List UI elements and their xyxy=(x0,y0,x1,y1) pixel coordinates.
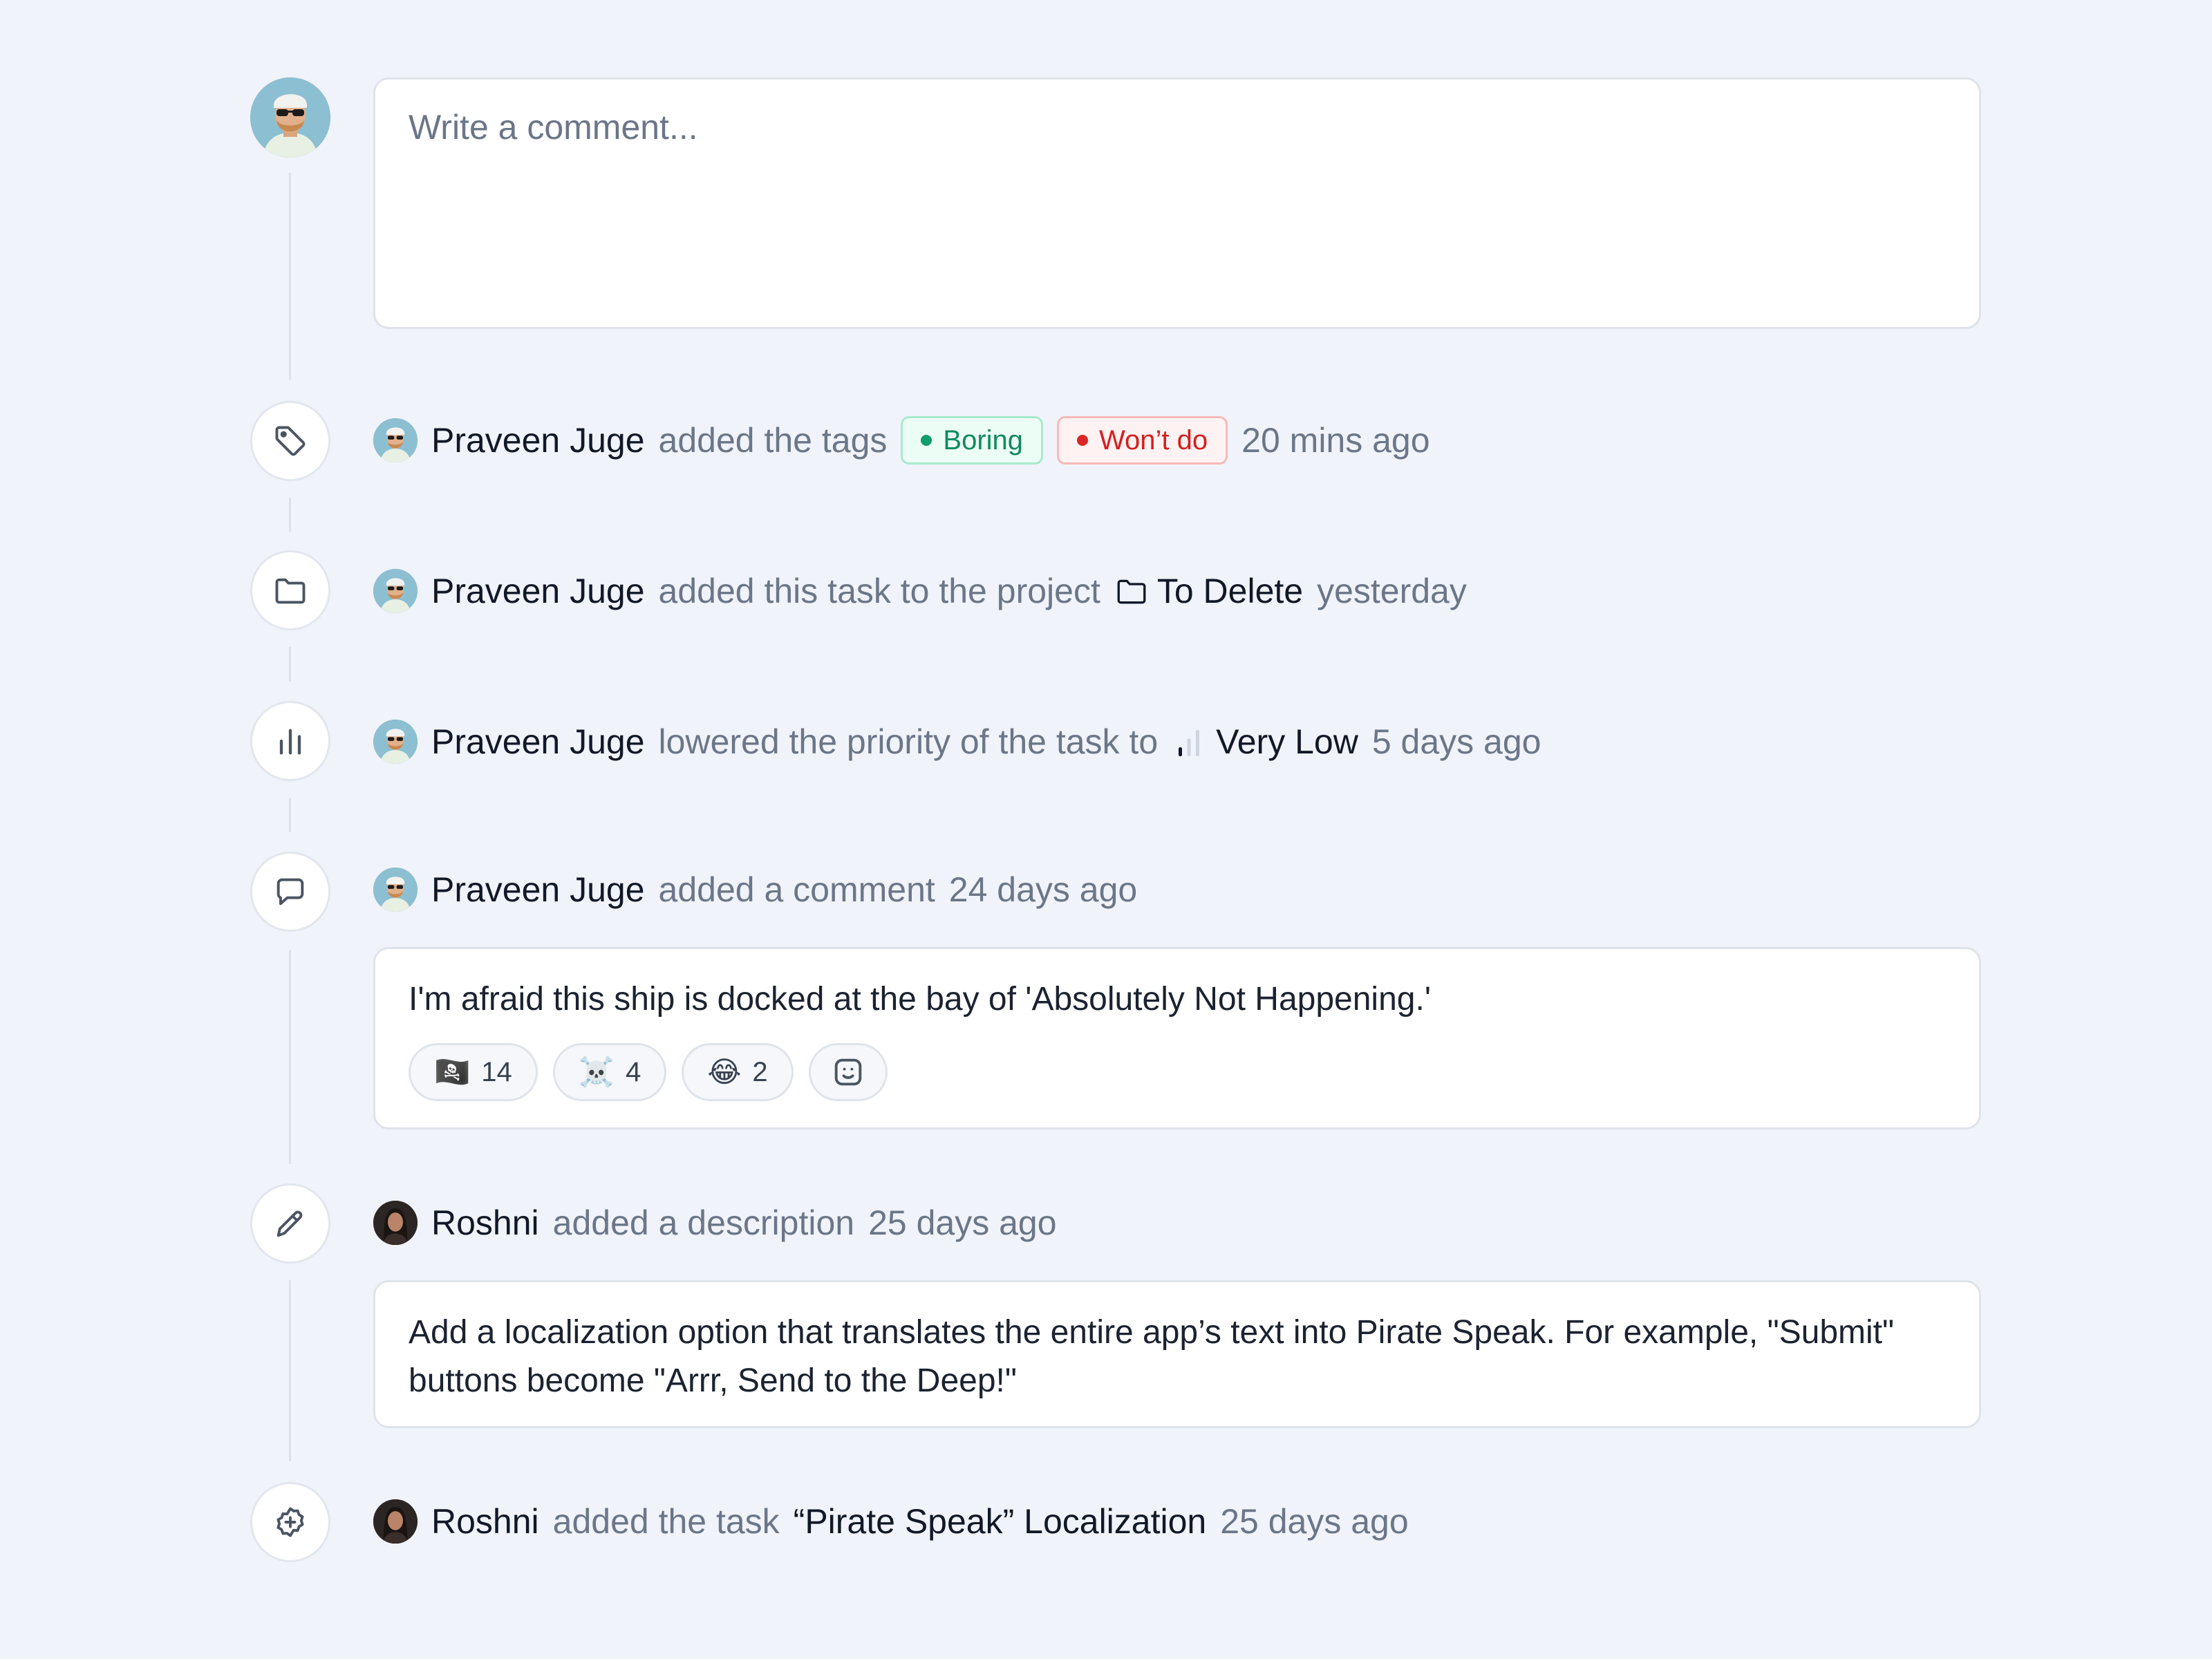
comment-icon xyxy=(250,852,330,932)
tag-badge[interactable]: Won’t do xyxy=(1057,416,1228,465)
actor-name[interactable]: Praveen Juge xyxy=(431,870,645,910)
timeline-connector xyxy=(289,950,291,1164)
reaction-count: 14 xyxy=(481,1057,512,1087)
avatar[interactable] xyxy=(373,1499,418,1544)
timestamp: 5 days ago xyxy=(1371,722,1541,761)
reaction-pill[interactable]: ☠️ 4 xyxy=(552,1043,667,1101)
activity-row-description: Roshni added a description 25 days ago xyxy=(373,1199,1071,1247)
activity-row-created: Roshni added the task “Pirate Speak” Loc… xyxy=(373,1497,1423,1546)
task-name[interactable]: “Pirate Speak” Localization xyxy=(794,1501,1207,1541)
avatar[interactable] xyxy=(373,720,418,764)
actor-name[interactable]: Roshni xyxy=(431,1203,539,1243)
reactions-bar: 🏴‍☠️ 14 ☠️ 4 😂 2 xyxy=(409,1043,1946,1101)
description-card: Add a localization option that translate… xyxy=(373,1280,1981,1428)
timestamp: 20 mins ago xyxy=(1241,421,1430,460)
add-reaction-button[interactable] xyxy=(808,1043,888,1101)
activity-row-priority: Praveen Juge lowered the priority of the… xyxy=(373,718,1555,766)
avatar[interactable] xyxy=(373,418,418,462)
reaction-pill[interactable]: 🏴‍☠️ 14 xyxy=(409,1043,538,1101)
actor-name[interactable]: Praveen Juge xyxy=(431,722,645,762)
comment-card: I'm afraid this ship is docked at the ba… xyxy=(373,947,1981,1130)
timestamp: 25 days ago xyxy=(868,1203,1057,1242)
tag-label: Boring xyxy=(943,424,1024,456)
tag-icon xyxy=(250,401,330,481)
action-text: added the tags xyxy=(658,421,888,460)
tag-dot xyxy=(1077,435,1089,446)
actor-name[interactable]: Praveen Juge xyxy=(431,420,645,460)
activity-timeline: Praveen Juge added the tags Boring Won’t… xyxy=(0,0,2212,1659)
avatar[interactable] xyxy=(373,569,418,613)
current-user-avatar[interactable] xyxy=(250,77,330,158)
pirate-flag-emoji: 🏴‍☠️ xyxy=(434,1055,471,1089)
action-text: added a description xyxy=(552,1203,855,1242)
reaction-count: 4 xyxy=(626,1057,641,1087)
avatar[interactable] xyxy=(373,868,418,912)
smiley-icon xyxy=(834,1058,861,1086)
bar-chart-icon xyxy=(250,701,330,781)
timestamp: yesterday xyxy=(1317,572,1467,610)
folder-icon xyxy=(1114,574,1149,608)
description-text: Add a localization option that translate… xyxy=(409,1314,1895,1399)
avatar[interactable] xyxy=(373,1201,418,1245)
action-text: added this task to the project xyxy=(658,572,1100,610)
timestamp: 25 days ago xyxy=(1220,1502,1409,1541)
reaction-count: 2 xyxy=(752,1057,768,1087)
tag-label: Won’t do xyxy=(1099,424,1208,456)
timeline-connector xyxy=(289,647,291,682)
comment-input[interactable] xyxy=(373,77,1981,329)
reaction-pill[interactable]: 😂 2 xyxy=(682,1043,794,1101)
activity-row-comment: Praveen Juge added a comment 24 days ago xyxy=(373,865,1151,914)
timeline-connector xyxy=(289,173,291,380)
tag-badge[interactable]: Boring xyxy=(901,416,1044,465)
comment-text: I'm afraid this ship is docked at the ba… xyxy=(409,981,1431,1018)
activity-row-tags: Praveen Juge added the tags Boring Won’t… xyxy=(373,416,1444,465)
timeline-connector xyxy=(289,1280,291,1461)
project-link[interactable]: To Delete xyxy=(1157,571,1303,611)
pencil-icon xyxy=(250,1183,330,1264)
actor-name[interactable]: Roshni xyxy=(431,1501,539,1541)
tag-dot xyxy=(921,435,932,446)
action-text: lowered the priority of the task to xyxy=(658,722,1159,761)
priority-very-low-icon xyxy=(1172,724,1206,759)
laughing-emoji: 😂 xyxy=(707,1055,742,1089)
folder-icon xyxy=(250,550,330,630)
activity-row-project: Praveen Juge added this task to the proj… xyxy=(373,567,1481,615)
priority-label: Very Low xyxy=(1216,722,1358,761)
skull-crossbones-emoji: ☠️ xyxy=(578,1055,615,1089)
actor-name[interactable]: Praveen Juge xyxy=(431,571,645,611)
action-text: added a comment xyxy=(658,870,935,909)
action-text: added the task xyxy=(552,1502,780,1541)
plus-badge-icon xyxy=(250,1482,330,1562)
timeline-connector xyxy=(289,798,291,832)
timestamp: 24 days ago xyxy=(948,870,1138,909)
timeline-connector xyxy=(289,498,291,532)
